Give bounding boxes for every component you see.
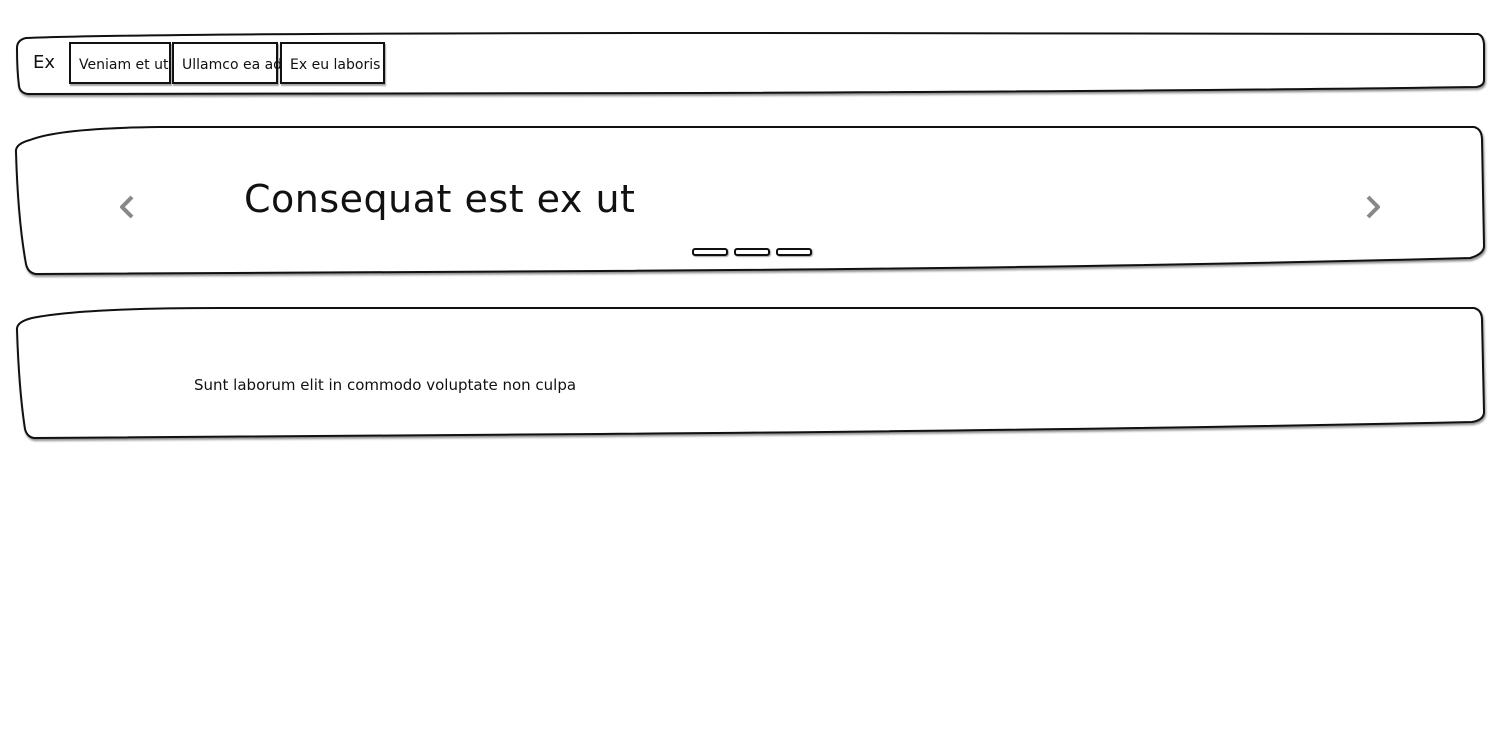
page: Ex Veniam et ut Ullamco ea ad Ex eu labo…	[0, 0, 1500, 752]
content-paragraph: Sunt laborum elit in commodo voluptate n…	[194, 376, 577, 394]
